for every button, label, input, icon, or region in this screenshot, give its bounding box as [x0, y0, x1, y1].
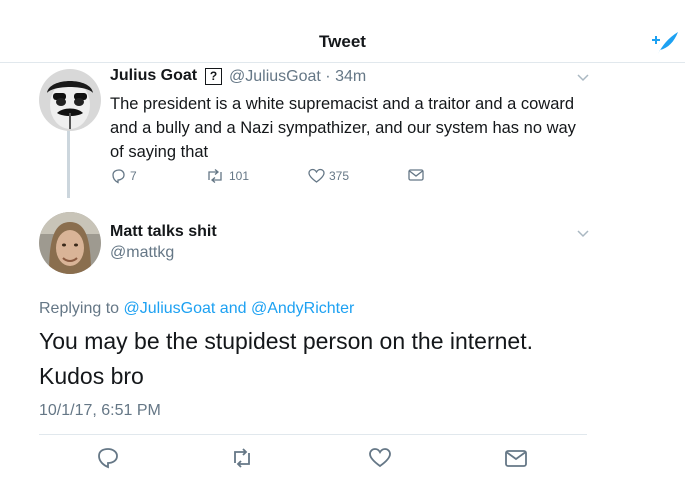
divider [39, 434, 587, 435]
reply-icon[interactable] [110, 168, 126, 184]
retweet-action[interactable]: 101 [205, 168, 249, 184]
author-handle-time[interactable]: @JuliusGoat · 34m [229, 68, 366, 86]
tweet-timestamp[interactable]: 10/1/17, 6:51 PM [39, 402, 161, 420]
retweet-count: 101 [229, 169, 250, 183]
tweet-time[interactable]: 34m [335, 68, 366, 85]
reply-icon[interactable] [96, 446, 120, 470]
compose-tweet-icon[interactable] [648, 28, 680, 56]
tweet-text-line: You may be the stupidest person on the i… [39, 328, 533, 354]
author-name[interactable]: Matt talks shit [110, 223, 217, 241]
chevron-down-icon[interactable] [577, 74, 589, 82]
question-badge-icon: ? [205, 68, 222, 85]
heart-icon[interactable] [368, 446, 392, 470]
reply-user-link[interactable]: @AndyRichter [251, 300, 354, 317]
author-handle[interactable]: @mattkg [110, 244, 174, 262]
tweet-actions [0, 444, 685, 472]
tweet-text-line: Kudos bro [39, 363, 144, 389]
reply-user-link[interactable]: @JuliusGoat [124, 300, 216, 317]
author-handle[interactable]: @JuliusGoat [229, 68, 321, 85]
tweet-actions: 7 101 375 [110, 168, 440, 188]
reply-action[interactable]: 7 [110, 168, 137, 184]
envelope-icon[interactable] [408, 168, 424, 182]
dm-action[interactable] [408, 168, 424, 182]
author-name[interactable]: Julius Goat [110, 67, 197, 85]
chevron-down-icon[interactable] [577, 230, 589, 238]
tweet-text: You may be the stupidest person on the i… [39, 324, 639, 394]
thread-connector [67, 130, 70, 198]
avatar-julius-goat[interactable] [39, 69, 101, 131]
retweet-icon[interactable] [230, 446, 254, 470]
dot-separator: · [320, 68, 336, 85]
envelope-icon[interactable] [504, 446, 528, 470]
top-bar: Tweet [0, 0, 685, 63]
retweet-icon[interactable] [205, 168, 225, 184]
replying-to: Replying to @JuliusGoat and @AndyRichter [39, 300, 354, 318]
like-action[interactable]: 375 [308, 168, 349, 184]
reply-count: 7 [130, 169, 137, 183]
like-count: 375 [329, 169, 350, 183]
page-title: Tweet [319, 32, 366, 51]
reply-and[interactable]: and [220, 300, 247, 317]
avatar-matt[interactable] [39, 212, 101, 274]
tweet-text: The president is a white supremacist and… [110, 95, 576, 161]
replying-to-label: Replying to [39, 300, 120, 317]
heart-icon[interactable] [308, 168, 325, 184]
